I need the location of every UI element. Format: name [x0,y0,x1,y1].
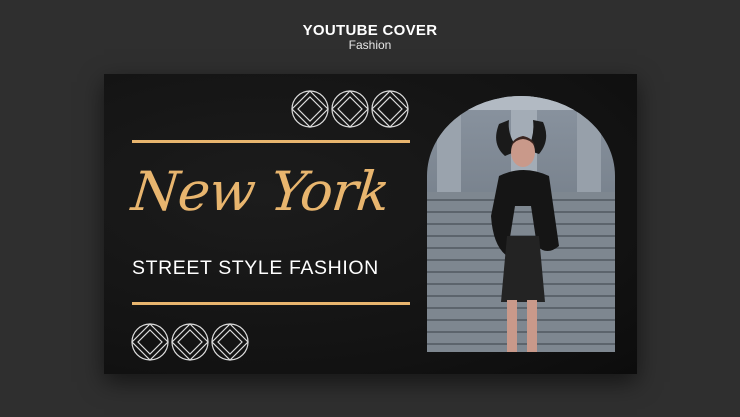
fashion-photo [427,96,615,352]
cover-card: New York STREET STYLE FASHION [104,74,637,374]
diamond-circle-icon [171,323,209,361]
diamond-circle-icon [211,323,249,361]
diamond-circle-icon [371,90,409,128]
page-subtitle: Fashion [348,38,392,52]
diamond-circle-icon [331,90,369,128]
diamond-circle-icon [131,323,169,361]
divider-top [132,140,410,143]
divider-bottom [132,302,410,305]
ornament-row-top [291,90,409,128]
diamond-circle-icon [291,90,329,128]
page-title: YOUTUBE COVER [302,22,438,39]
script-headline: New York [128,160,392,223]
tagline: STREET STYLE FASHION [132,257,379,279]
ornament-row-bottom [131,323,249,361]
